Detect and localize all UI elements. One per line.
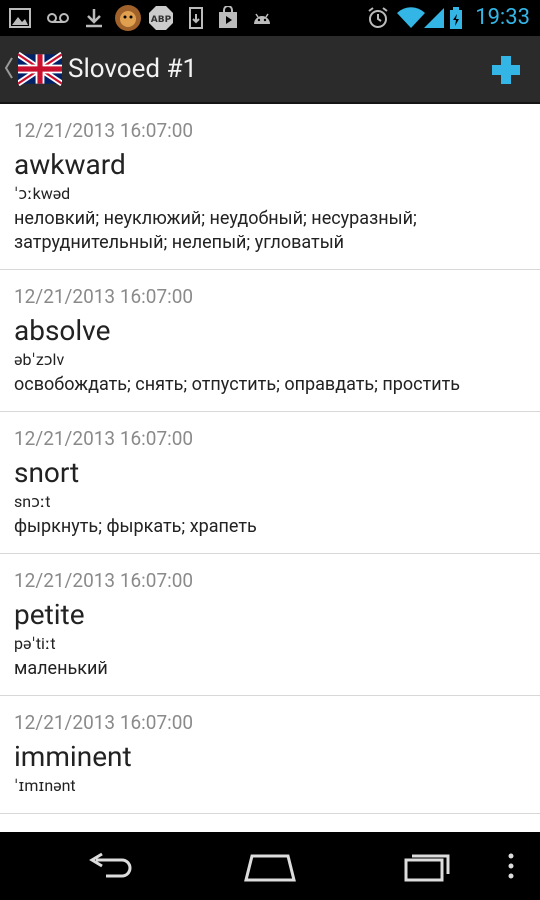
alarm-icon (368, 7, 388, 28)
recents-icon[interactable] (398, 846, 458, 886)
play-store-icon (219, 6, 237, 28)
status-bar: ABP 19:33 (0, 0, 540, 36)
entry-date: 12/21/2013 16:07:00 (14, 427, 194, 450)
entry-word: petite (14, 598, 85, 631)
gallery-icon (9, 8, 31, 28)
navigation-bar (0, 832, 540, 900)
back-icon[interactable] (82, 846, 142, 886)
entry-pronunciation: əbˈzɔlv (14, 350, 65, 369)
entry-translation: фыркнуть; фыркать; храпеть (14, 516, 257, 537)
entry-pronunciation: snɔːt (14, 492, 51, 511)
app-title: Slovoed #1 (68, 54, 198, 84)
entry-translation: освобождать; снять; отпустить; оправдать… (14, 374, 461, 395)
android-icon (254, 13, 270, 24)
entry-date: 12/21/2013 16:07:00 (14, 569, 194, 592)
entry-date: 12/21/2013 16:07:00 (14, 119, 194, 142)
entry-translation: маленький (14, 658, 108, 679)
signal-icon (424, 8, 444, 28)
home-icon[interactable] (240, 846, 300, 886)
entry-pronunciation: ˈɔːkwəd (14, 184, 71, 203)
voicemail-icon (47, 13, 69, 23)
entry-word: snort (14, 456, 80, 489)
list-item[interactable]: 12/21/2013 16:07:00 snort snɔːt фыркнуть… (0, 412, 540, 554)
svg-text:ABP: ABP (151, 15, 172, 25)
status-clock: 19:33 (475, 5, 530, 30)
entry-word: awkward (14, 148, 126, 181)
add-icon[interactable] (490, 54, 522, 86)
list-item[interactable]: 12/21/2013 16:07:00 awkward ˈɔːkwəd нело… (0, 104, 540, 270)
entry-translation: неловкий; неуклюжий; неудобный; несуразн… (14, 208, 417, 253)
entry-date: 12/21/2013 16:07:00 (14, 711, 194, 734)
download-icon (86, 9, 102, 28)
list-item[interactable]: 12/21/2013 16:07:00 imminent ˈɪmɪnənt (0, 696, 540, 814)
entry-pronunciation: ˈɪmɪnənt (14, 776, 76, 795)
uk-flag-icon[interactable] (18, 52, 62, 86)
menu-icon[interactable] (496, 846, 526, 886)
action-bar: Slovoed #1 (0, 36, 540, 104)
entry-word: absolve (14, 314, 111, 347)
entry-date: 12/21/2013 16:07:00 (14, 285, 194, 308)
entry-word: imminent (14, 740, 132, 773)
list-item[interactable]: 12/21/2013 16:07:00 petite pəˈtiːt мален… (0, 554, 540, 696)
history-list[interactable]: 12/21/2013 16:07:00 awkward ˈɔːkwəd нело… (0, 104, 540, 832)
sd-card-icon (189, 7, 203, 29)
up-caret-icon[interactable] (4, 54, 14, 82)
list-item[interactable]: 12/21/2013 16:07:00 absolve əbˈzɔlv осво… (0, 270, 540, 412)
lion-app-icon (115, 5, 141, 31)
battery-icon (450, 7, 462, 29)
entry-pronunciation: pəˈtiːt (14, 634, 56, 653)
adblock-icon: ABP (149, 6, 173, 30)
